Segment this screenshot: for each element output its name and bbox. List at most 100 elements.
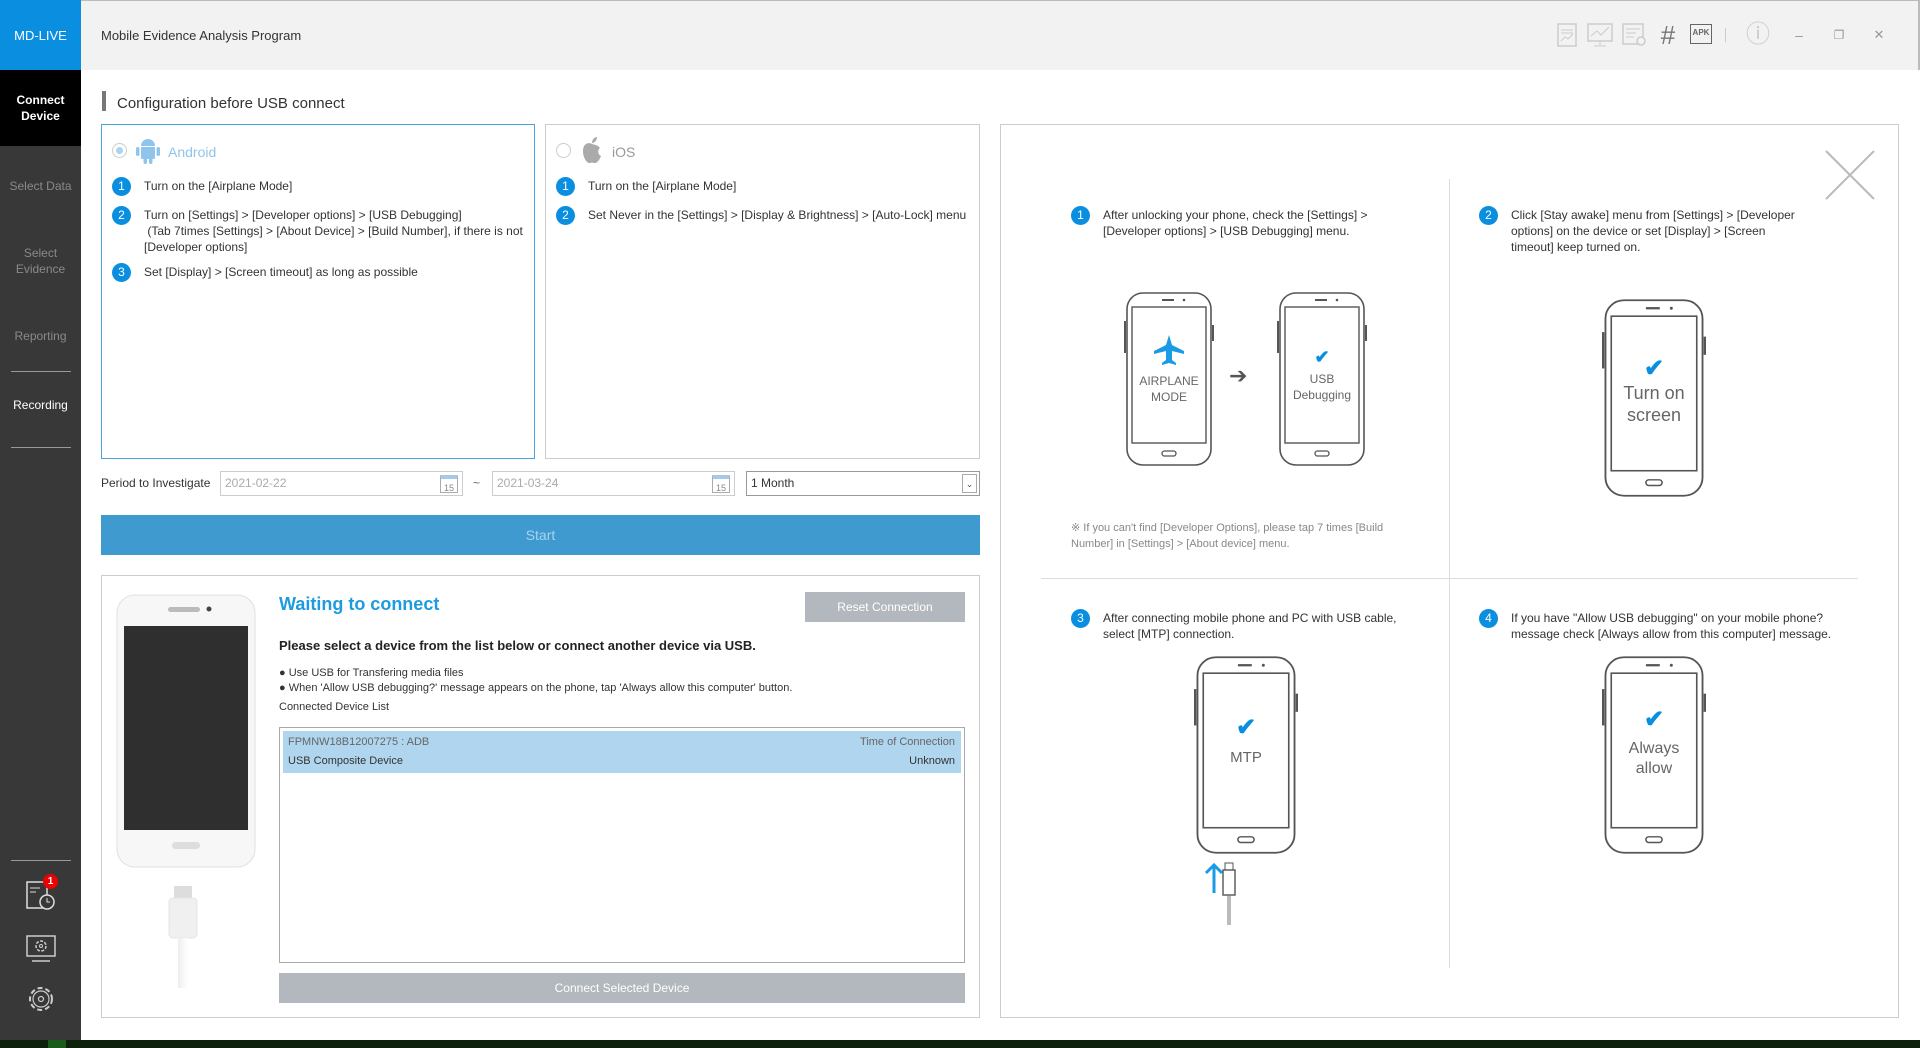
ios-step: 1 Turn on the [Airplane Mode] [556,177,737,196]
period-label: Period to Investigate [101,476,211,490]
date-to-input[interactable]: 2021-03-24 15 [492,471,735,496]
guide-step: 2 Click [Stay awake] menu from [Settings]… [1479,206,1809,255]
android-radio[interactable] [112,143,127,158]
sidebar-item-reporting[interactable]: Reporting [0,296,81,376]
step-text: Turn on [Settings] > [Developer options]… [144,208,523,254]
android-icon [136,139,160,164]
always-allow-label: Always allow [1628,740,1680,777]
guide-divider [1449,179,1450,968]
sidebar: Connect Device Select Data Select Eviden… [0,70,81,1040]
sidebar-item-recording[interactable]: Recording [0,380,81,430]
monitor-chart-icon[interactable] [1587,22,1613,48]
android-label: Android [168,144,217,160]
sidebar-item-select-evidence[interactable]: Select Evidence [0,226,81,296]
check-icon: ✔ [1643,355,1665,382]
sidebar-item-select-data[interactable]: Select Data [0,146,81,226]
usb-guide-panel: 1 After unlocking your phone, check the [… [1000,124,1899,1018]
step-number: 3 [112,263,131,282]
sidebar-divider [11,447,71,448]
mtp-label: MTP [1230,749,1262,766]
step-number: 4 [1479,609,1498,628]
guide-step: 3 After connecting mobile phone and PC wi… [1071,609,1401,642]
sidebar-item-connect-device[interactable]: Connect Device [0,70,81,146]
bullet-text: ● Use USB for Transfering media files [279,667,464,679]
close-guide-icon[interactable] [1824,149,1876,201]
app-logo: MD-LIVE [0,0,81,70]
monitor-settings-icon[interactable] [24,932,58,966]
apple-icon [583,137,601,164]
step-number: 1 [112,177,131,196]
reset-connection-button[interactable]: Reset Connection [805,592,965,622]
developer-options-note: ※ If you can't find [Developer Options],… [1071,522,1384,550]
device-id: FPMNW18B12007275 : ADB [288,736,430,748]
device-list-row[interactable]: FPMNW18B12007275 : ADB USB Composite Dev… [283,731,961,773]
step-text: Set Never in the [Settings] > [Display &… [588,208,967,222]
guide-divider [1041,578,1858,579]
connection-panel: Waiting to connect Reset Connection Plea… [101,575,980,1018]
step-number: 3 [1071,609,1090,628]
phone-illustration [116,594,256,988]
ios-radio[interactable] [556,143,571,158]
airplane-mode-label: AIRPLANE MODE [1139,374,1199,404]
ios-option-box[interactable]: iOS 1 Turn on the [Airplane Mode] 2 Set Ne… [545,124,980,459]
usb-cable-arrow-icon [1204,862,1236,925]
step-number: 1 [556,177,575,196]
app-title: Mobile Evidence Analysis Program [101,28,302,43]
apk-label: APK [1690,24,1712,44]
chevron-down-icon[interactable]: ⌄ [962,474,977,493]
connection-time: Unknown [909,755,955,767]
usb-debugging-label: USB Debugging [1292,372,1352,402]
step-text: Turn on the [Airplane Mode] [588,179,737,193]
check-icon: ✔ [1643,706,1665,733]
period-select[interactable]: 1 Month ⌄ [746,471,980,496]
step-text: Set [Display] > [Screen timeout] as long… [144,265,418,279]
step-number: 1 [1071,206,1090,225]
hash-icon[interactable]: # [1655,22,1681,48]
date-from-input[interactable]: 2021-02-22 15 [220,471,463,496]
notification-badge: 1 [43,874,58,889]
ios-step: 2 Set Never in the [Settings] > [Display … [556,206,967,225]
step-text: Turn on the [Airplane Mode] [144,179,293,193]
arrow-right-icon: ➔ [1229,363,1248,388]
bullet-text: ● When 'Allow USB debugging?' message ap… [279,682,793,694]
connection-status-title: Waiting to connect [279,594,440,614]
android-step: 2 Turn on [Settings] > [Developer options… [112,206,532,255]
settings-gear-icon[interactable] [24,982,58,1016]
date-to-value: 2021-03-24 [497,476,559,490]
guide-step: 4 If you have "Allow USB debugging" on yo… [1479,609,1839,642]
date-from-value: 2021-02-22 [225,476,287,490]
info-icon[interactable]: ⓘ [1745,22,1771,48]
restore-icon[interactable]: ❐ [1826,22,1852,48]
connect-selected-device-button[interactable]: Connect Selected Device [279,973,965,1003]
close-icon[interactable]: ✕ [1866,22,1892,48]
history-clipboard-icon[interactable]: 1 [24,874,58,912]
minimize-icon[interactable]: – [1786,22,1812,48]
report-icon[interactable] [1554,22,1580,48]
toolbar-divider [1725,28,1726,42]
instruction-text: Please select a device from the list bel… [279,638,756,653]
ios-label: iOS [612,144,636,160]
calendar-icon[interactable]: 15 [440,475,458,493]
list-search-icon[interactable] [1622,22,1648,48]
device-list-label: Connected Device List [279,701,390,713]
time-label: Time of Connection [860,736,955,748]
android-option-box[interactable]: Android 1 Turn on the [Airplane Mode] 2 Tu… [101,124,535,459]
step-number: 2 [112,206,131,225]
step-number: 2 [1479,206,1498,225]
android-step: 1 Turn on the [Airplane Mode] [112,177,293,196]
step-text: If you have "Allow USB debugging" on you… [1511,611,1832,641]
check-icon: ✔ [1235,714,1257,741]
date-separator: ~ [473,476,481,490]
android-step: 3 Set [Display] > [Screen timeout] as lon… [112,263,418,282]
step-text: After connecting mobile phone and PC wit… [1103,611,1397,641]
period-select-value: 1 Month [751,476,795,490]
sidebar-divider [11,371,71,372]
step-text: After unlocking your phone, check the [S… [1103,208,1368,238]
os-taskbar [0,1040,1920,1048]
start-button[interactable]: Start [101,515,980,555]
guide-step: 1 After unlocking your phone, check the [… [1071,206,1401,239]
apk-refresh-icon[interactable]: APK [1690,22,1716,48]
calendar-icon[interactable]: 15 [712,475,730,493]
device-list: FPMNW18B12007275 : ADB USB Composite Dev… [279,727,965,963]
step-number: 2 [556,206,575,225]
